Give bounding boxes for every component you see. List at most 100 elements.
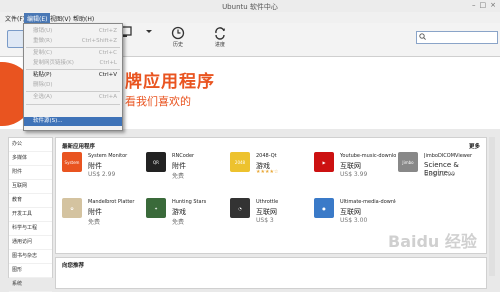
app-price: US$ 2.99 (88, 171, 116, 178)
app-icon: System (62, 152, 82, 172)
new-apps-title: 最新应用程序 (62, 144, 96, 150)
sidebar-item-internet[interactable]: 互联网 (9, 180, 52, 194)
minimize-icon[interactable]: – (472, 1, 476, 9)
app-category: 附件 (172, 162, 186, 170)
app-icon: ▶ (314, 152, 334, 172)
app-tile[interactable]: Jimbo JimboDICOMViewer Science & Engine...… (398, 152, 478, 186)
app-tile[interactable]: ✦ Hunting Stars 游戏 免费 (146, 198, 226, 232)
app-name: Uthrottle (256, 199, 279, 205)
edit-menu-item[interactable]: 全选(A) Ctrl+A (24, 93, 122, 102)
menu-separator (26, 69, 120, 70)
app-name: Mandelbrot Platter (88, 199, 135, 205)
app-tile[interactable]: ✿ Mandelbrot Platter 附件免费 (62, 198, 142, 232)
scrollbar[interactable] (489, 137, 495, 276)
refresh-icon (215, 27, 225, 40)
edit-menu-item[interactable]: 重做(R) Ctrl+Shift+Z (24, 37, 122, 46)
app-price: US$ 3.00 (340, 217, 368, 224)
app-tile[interactable]: 2048 2048-Qt 游戏 ★★★★☆ (230, 152, 310, 186)
progress-button[interactable]: 进度 (205, 26, 235, 48)
menu-separator (26, 47, 120, 48)
menu-item-label: 复制(C) (33, 50, 53, 56)
sidebar-item-science[interactable]: 科学与工程 (9, 222, 52, 236)
app-category: 游戏 (172, 208, 186, 216)
progress-label: 进度 (214, 42, 225, 48)
edit-menu-item[interactable]: 粘贴(P) Ctrl+V (24, 71, 122, 80)
sidebar-item-education[interactable]: 教育 (9, 194, 52, 208)
app-category: 互联网 (340, 162, 361, 170)
sidebar-item-development[interactable]: 开发工具 (9, 208, 52, 222)
banner-headline: 牌应用程序 (125, 72, 215, 92)
search-box[interactable] (416, 31, 498, 44)
app-icon: ◔ (230, 198, 250, 218)
app-category: 互联网 (256, 208, 277, 216)
app-name: JimboDICOMViewer (424, 153, 473, 159)
menu-separator (26, 91, 120, 92)
app-tile[interactable]: QR RNCoder 附件免费 (146, 152, 226, 186)
app-icon: ✿ (62, 198, 82, 218)
app-tile[interactable]: ◔ Uthrottle 互联网 US$ 3 (230, 198, 310, 232)
menu-item-label: 撤销(U) (33, 28, 53, 34)
edit-menu-dropdown: 撤销(U) Ctrl+Z 重做(R) Ctrl+Shift+Z 复制(C) Ctrl+C 复… (23, 23, 123, 131)
watermark: Baidu 经验 (388, 232, 477, 251)
maximize-icon[interactable]: □ (480, 1, 487, 9)
app-name: 2048-Qt (256, 153, 277, 159)
sidebar-item-office[interactable]: 办公 (9, 138, 52, 152)
app-icon: QR (146, 152, 166, 172)
app-name: RNCoder (172, 153, 195, 159)
menu-item-label: 删除(D) (33, 82, 53, 88)
menu-item-label: 软件源(S)... (33, 118, 63, 124)
edit-menu-item[interactable]: 软件源(S)... (24, 117, 122, 126)
menu-item-shortcut: Ctrl+Shift+Z (81, 38, 117, 44)
installed-dropdown[interactable] (144, 26, 154, 36)
app-price: US$ 3.99 (340, 171, 368, 178)
app-icon: 2048 (230, 152, 250, 172)
app-rating: ★★★★☆ (256, 169, 279, 175)
app-tile[interactable]: ▶ Youtube-music-download... 互联网US$ 3.99 (314, 152, 396, 186)
menu-separator (26, 104, 120, 105)
app-price: US$ 3 (256, 217, 274, 224)
menu-item-label: 全选(A) (33, 94, 53, 100)
sidebar-item-books[interactable]: 图书与杂志 (9, 250, 52, 264)
edit-menu-item[interactable]: 复制(C) Ctrl+C (24, 49, 122, 58)
app-icon: ✦ (146, 198, 166, 218)
app-name: Ultimate-media-downloa... (340, 199, 396, 205)
app-tile[interactable]: ● Ultimate-media-downloa... 互联网US$ 3.00 (314, 198, 396, 232)
window-title: Ubuntu 软件中心 (222, 3, 278, 11)
clock-icon (171, 26, 185, 40)
edit-menu-item[interactable]: 复制网页链接(K) Ctrl+L (24, 59, 122, 68)
edit-menu-item[interactable]: 删除(D) (24, 81, 122, 90)
menu-item-shortcut: Ctrl+L (99, 60, 117, 66)
edit-menu-item[interactable]: 撤销(U) Ctrl+Z (24, 27, 122, 36)
app-icon: Jimbo (398, 152, 418, 172)
app-name: Youtube-music-download... (340, 153, 396, 159)
menu-item-shortcut: Ctrl+Z (98, 28, 117, 34)
sidebar-item-accessibility[interactable]: 通用访问 (9, 236, 52, 250)
app-tile[interactable]: System System Monitor 附件 US$ 2.99 (62, 152, 142, 186)
sidebar-item-system[interactable]: 系统 (9, 278, 52, 292)
app-category: 互联网 (340, 208, 361, 216)
sidebar-item-accessories[interactable]: 附件 (9, 166, 52, 180)
chevron-down-icon (146, 30, 152, 33)
banner-subheadline: 看我们喜欢的 (125, 95, 191, 108)
app-category: 附件 (88, 162, 102, 170)
search-input[interactable] (427, 32, 493, 41)
recommended-panel: 向您推荐 (55, 257, 487, 289)
app-icon: ● (314, 198, 334, 218)
app-price: US$ 29.99 (424, 171, 456, 178)
app-name: System Monitor (88, 153, 128, 159)
sidebar-item-multimedia[interactable]: 多媒体 (9, 152, 52, 166)
menu-item-shortcut: Ctrl+C (98, 50, 117, 56)
close-icon[interactable]: × (490, 1, 496, 9)
app-category: 附件 (88, 208, 102, 216)
app-price: 免费 (88, 219, 101, 226)
history-button[interactable]: 历史 (163, 26, 193, 48)
more-link[interactable]: 更多 (469, 142, 480, 150)
menu-item-label: 粘贴(P) (33, 72, 52, 78)
category-sidebar: 办公 多媒体 附件 互联网 教育 开发工具 科学与工程 通用访问 图书与杂志 图… (8, 137, 53, 292)
recommended-title: 向您推荐 (62, 263, 85, 269)
window-controls: – □ × (472, 1, 496, 9)
history-label: 历史 (172, 42, 183, 48)
app-price: 免费 (172, 173, 185, 180)
menu-item-shortcut: Ctrl+V (98, 72, 117, 78)
sidebar-item-graphics[interactable]: 图形 (9, 264, 52, 278)
